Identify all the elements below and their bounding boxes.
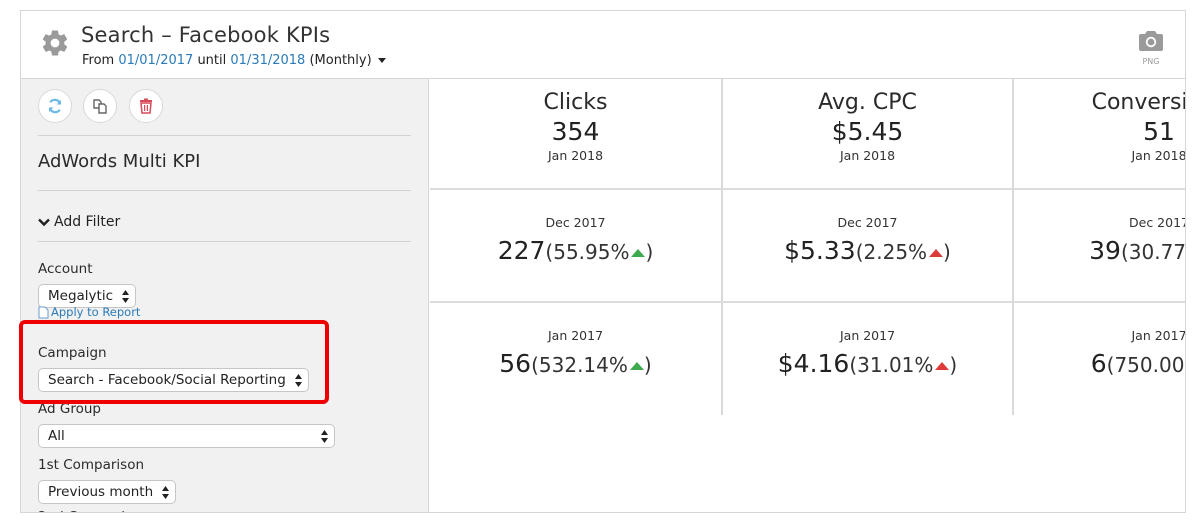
trend-up-icon bbox=[631, 248, 646, 257]
kpi-header-avg-cpc: Avg. CPC $5.45 Jan 2018 bbox=[723, 79, 1012, 188]
delete-button[interactable] bbox=[129, 89, 163, 123]
kpi-comparison-cell: Dec 2017 $5.33(2.25%) bbox=[723, 190, 1012, 301]
comparison-period: Jan 2017 bbox=[839, 328, 896, 343]
camera-icon bbox=[1139, 31, 1163, 51]
comparison-period: Dec 2017 bbox=[545, 215, 606, 230]
kpi-header-clicks: Clicks 354 Jan 2018 bbox=[430, 79, 721, 188]
first-comparison-label: 1st Comparison bbox=[38, 457, 145, 473]
first-comparison-select[interactable]: Previous month bbox=[38, 480, 177, 504]
ad-group-select[interactable]: All bbox=[38, 424, 335, 448]
copy-icon bbox=[93, 99, 107, 114]
trend-up-icon bbox=[935, 361, 950, 370]
comparison-change: (30.77% bbox=[1120, 240, 1186, 264]
duplicate-button[interactable] bbox=[83, 89, 117, 123]
select-arrows-icon bbox=[294, 374, 302, 387]
start-date-link[interactable]: 01/01/2017 bbox=[118, 53, 193, 68]
row-divider bbox=[430, 188, 1185, 190]
comparison-value: 6 bbox=[1090, 349, 1107, 378]
interval-label[interactable]: (Monthly) bbox=[309, 53, 371, 68]
apply-to-report-label: Apply to Report bbox=[51, 305, 141, 319]
gear-icon[interactable] bbox=[40, 28, 70, 58]
column-divider bbox=[1012, 79, 1014, 415]
select-arrows-icon bbox=[321, 430, 328, 443]
date-range: From 01/01/2017 until 01/31/2018 (Monthl… bbox=[82, 53, 386, 68]
account-label: Account bbox=[38, 261, 93, 277]
add-filter-label: Add Filter bbox=[54, 214, 121, 230]
end-date-link[interactable]: 01/31/2018 bbox=[230, 53, 305, 68]
kpi-comparison-cell: Jan 2017 $4.16(31.01%) bbox=[723, 303, 1012, 415]
first-comparison-select-value: Previous month bbox=[48, 484, 154, 500]
kpi-comparison-cell: Dec 2017 227(55.95%) bbox=[430, 190, 721, 301]
kpi-header-conversions: Conversions 51 Jan 2018 bbox=[1014, 79, 1186, 188]
kpi-period: Jan 2018 bbox=[839, 148, 896, 163]
refresh-button[interactable] bbox=[38, 89, 72, 123]
ad-group-select-value: All bbox=[48, 428, 65, 444]
comparison-value: $5.33 bbox=[784, 236, 856, 265]
widget-frame: Search – Facebook KPIs From 01/01/2017 u… bbox=[20, 10, 1186, 513]
close-paren: ) bbox=[643, 353, 652, 377]
export-png-label: PNG bbox=[1142, 57, 1160, 66]
kpi-period: Jan 2018 bbox=[547, 148, 604, 163]
kpi-title: Conversions bbox=[1091, 90, 1186, 115]
comparison-change: (2.25% bbox=[855, 240, 928, 264]
trend-up-icon bbox=[629, 361, 644, 370]
kpi-value: $5.45 bbox=[831, 117, 904, 146]
campaign-select[interactable]: Search - Facebook/Social Reporting bbox=[38, 368, 309, 392]
divider bbox=[38, 190, 411, 191]
comparison-period: Dec 2017 bbox=[837, 215, 898, 230]
kpi-title: Avg. CPC bbox=[818, 90, 917, 115]
comparison-period: Dec 2017 bbox=[1129, 215, 1186, 230]
ad-group-label: Ad Group bbox=[38, 401, 101, 417]
document-icon bbox=[38, 306, 49, 318]
add-filter-toggle[interactable]: Add Filter bbox=[38, 214, 120, 230]
kpi-comparison-cell: Jan 2017 6(750.00%) bbox=[1014, 303, 1186, 415]
comparison-value: 227 bbox=[497, 236, 546, 265]
interval-dropdown-caret-icon[interactable] bbox=[377, 58, 386, 63]
comparison-period: Jan 2017 bbox=[1131, 328, 1186, 343]
comparison-period: Jan 2017 bbox=[547, 328, 604, 343]
export-png-button[interactable]: PNG bbox=[1136, 30, 1166, 66]
kpi-value: 354 bbox=[551, 117, 600, 146]
comparison-value: 56 bbox=[499, 349, 532, 378]
kpi-period: Jan 2018 bbox=[1131, 148, 1186, 163]
kpi-grid: Clicks 354 Jan 2018 Dec 2017 227(55.95%)… bbox=[430, 79, 1186, 415]
trash-icon bbox=[140, 98, 152, 114]
campaign-select-value: Search - Facebook/Social Reporting bbox=[48, 372, 286, 388]
refresh-icon bbox=[48, 98, 62, 114]
column-divider bbox=[721, 79, 723, 415]
from-label: From bbox=[82, 53, 115, 68]
comparison-value: $4.16 bbox=[777, 349, 850, 378]
divider bbox=[38, 135, 411, 136]
select-arrows-icon bbox=[122, 290, 130, 303]
chevron-down-icon bbox=[38, 218, 50, 226]
divider bbox=[38, 241, 411, 242]
kpi-value: 51 bbox=[1143, 117, 1175, 146]
comparison-change: (55.95% bbox=[545, 240, 630, 264]
widget-header: Search – Facebook KPIs From 01/01/2017 u… bbox=[21, 11, 1185, 79]
apply-to-report-link[interactable]: Apply to Report bbox=[38, 305, 140, 319]
close-paren: ) bbox=[943, 240, 951, 264]
row-divider bbox=[430, 301, 1185, 303]
comparison-change: (532.14% bbox=[531, 353, 628, 377]
kpi-comparison-cell: Dec 2017 39(30.77%) bbox=[1014, 190, 1186, 301]
account-select-value: Megalytic bbox=[48, 288, 114, 304]
trend-up-icon bbox=[929, 248, 944, 257]
kpi-comparison-cell: Jan 2017 56(532.14%) bbox=[430, 303, 721, 415]
select-arrows-icon bbox=[162, 486, 170, 499]
comparison-change: (750.00% bbox=[1106, 353, 1185, 377]
close-paren: ) bbox=[949, 353, 958, 377]
comparison-change: (31.01% bbox=[849, 353, 934, 377]
campaign-label: Campaign bbox=[38, 345, 107, 361]
close-paren: ) bbox=[645, 240, 654, 264]
widget-type-name: AdWords Multi KPI bbox=[38, 151, 201, 172]
widget-title: Search – Facebook KPIs bbox=[81, 23, 331, 47]
comparison-value: 39 bbox=[1089, 236, 1121, 265]
filter-sidebar: AdWords Multi KPI Add Filter Account Meg… bbox=[21, 79, 429, 512]
second-comparison-label: 2nd Comparison bbox=[38, 509, 149, 512]
until-label: until bbox=[197, 53, 227, 68]
kpi-title: Clicks bbox=[543, 90, 608, 115]
